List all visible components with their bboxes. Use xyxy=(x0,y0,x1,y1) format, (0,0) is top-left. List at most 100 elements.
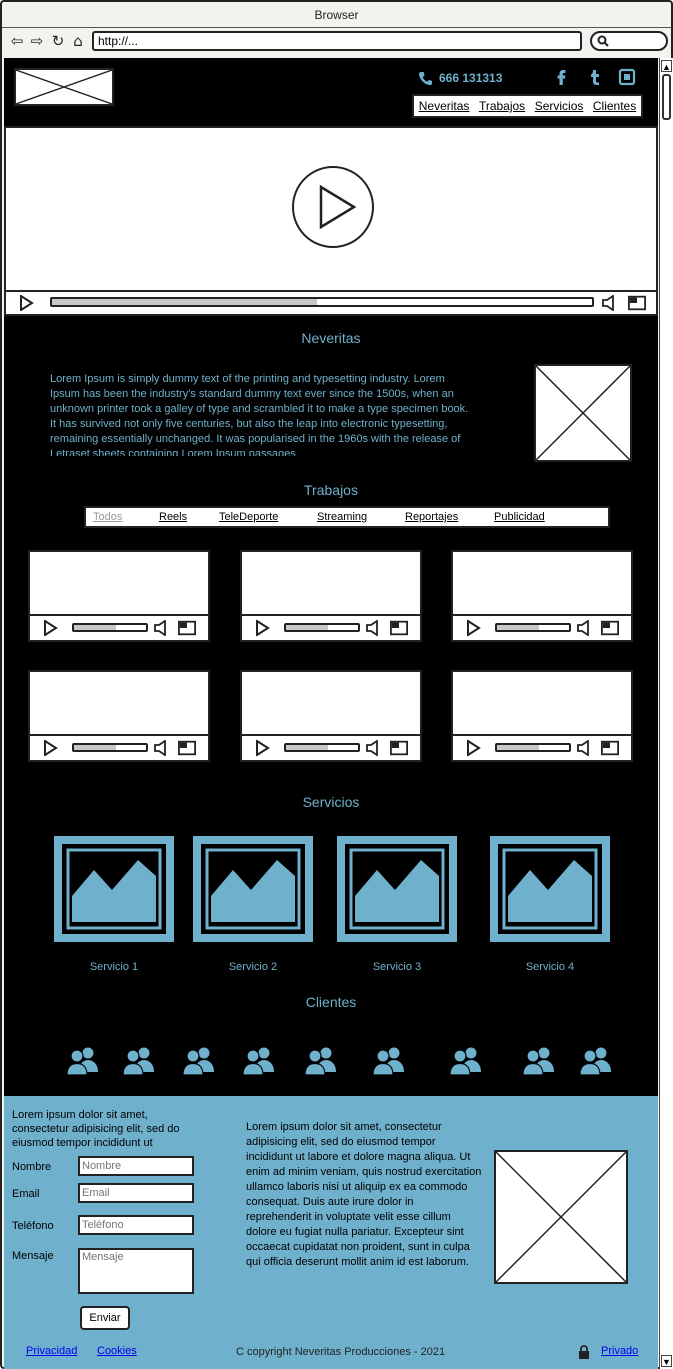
volume-icon[interactable] xyxy=(602,295,620,311)
hero-video-player[interactable] xyxy=(4,126,658,316)
section-title-trabajos: Trabajos xyxy=(304,482,358,498)
work-video-4[interactable] xyxy=(28,670,210,762)
email-input[interactable] xyxy=(78,1183,194,1203)
home-icon[interactable]: ⌂ xyxy=(69,32,87,50)
fullscreen-icon[interactable] xyxy=(178,620,196,636)
volume-icon[interactable] xyxy=(577,740,595,756)
client-icon xyxy=(372,1047,404,1076)
service-label-3: Servicio 3 xyxy=(372,961,422,973)
hero-progress-bar[interactable] xyxy=(50,297,594,307)
work-video-3[interactable] xyxy=(451,550,633,642)
privacy-link[interactable]: Privacidad xyxy=(26,1345,77,1357)
picture-icon xyxy=(193,836,313,942)
work-video-2[interactable] xyxy=(240,550,422,642)
volume-icon[interactable] xyxy=(154,740,172,756)
url-input[interactable]: http://... xyxy=(92,31,582,51)
work-video-controls xyxy=(453,614,631,640)
play-icon[interactable] xyxy=(42,620,58,636)
nav-link-servicios[interactable]: Servicios xyxy=(535,99,584,113)
filter-todos[interactable]: Todos xyxy=(93,511,122,523)
send-button[interactable]: Enviar xyxy=(80,1306,130,1330)
scroll-thumb[interactable] xyxy=(662,74,671,120)
private-link[interactable]: Privado xyxy=(601,1345,638,1357)
fullscreen-icon[interactable] xyxy=(178,740,196,756)
filter-reels[interactable]: Reels xyxy=(159,511,187,523)
about-text: Lorem Ipsum is simply dummy text of the … xyxy=(50,373,469,456)
volume-icon[interactable] xyxy=(577,620,595,636)
hero-video-controls xyxy=(6,290,656,314)
play-icon[interactable] xyxy=(18,295,34,311)
big-play-button[interactable] xyxy=(292,166,374,248)
service-image-2[interactable] xyxy=(193,836,313,942)
email-label: Email xyxy=(12,1188,40,1200)
name-input[interactable] xyxy=(78,1156,194,1176)
filter-streaming[interactable]: Streaming xyxy=(317,511,367,523)
play-icon[interactable] xyxy=(465,620,481,636)
fullscreen-icon[interactable] xyxy=(390,620,408,636)
nav-link-trabajos[interactable]: Trabajos xyxy=(479,99,525,113)
message-textarea[interactable] xyxy=(78,1248,194,1294)
forward-icon[interactable]: ⇨ xyxy=(28,32,46,50)
section-title-neveritas: Neveritas xyxy=(301,330,361,346)
contact-image xyxy=(494,1150,628,1284)
tumblr-icon[interactable] xyxy=(586,68,604,86)
service-image-3[interactable] xyxy=(337,836,457,942)
filter-teledeporte[interactable]: TeleDeporte xyxy=(219,511,278,523)
browser-window: Browser ⇦ ⇨ ↻ ⌂ http://... ▲ ▼ 666 13131… xyxy=(0,0,673,1369)
image-placeholder-icon xyxy=(536,366,630,460)
play-icon[interactable] xyxy=(465,740,481,756)
filter-publicidad[interactable]: Publicidad xyxy=(494,511,545,523)
phone-input[interactable] xyxy=(78,1215,194,1235)
filter-reportajes[interactable]: Reportajes xyxy=(405,511,458,523)
play-icon[interactable] xyxy=(254,740,270,756)
fullscreen-icon[interactable] xyxy=(390,740,408,756)
work-video-controls xyxy=(242,614,420,640)
service-image-1[interactable] xyxy=(54,836,174,942)
scroll-up-button[interactable]: ▲ xyxy=(661,60,672,72)
work-progress-bar[interactable] xyxy=(284,743,360,752)
cookies-link[interactable]: Cookies xyxy=(97,1345,137,1357)
name-label: Nombre xyxy=(12,1161,52,1173)
site-logo[interactable] xyxy=(14,68,114,106)
reload-icon[interactable]: ↻ xyxy=(49,32,67,50)
volume-icon[interactable] xyxy=(366,740,384,756)
fullscreen-icon[interactable] xyxy=(601,740,619,756)
header-phone: 666 131313 xyxy=(418,68,502,88)
work-video-6[interactable] xyxy=(451,670,633,762)
work-video-5[interactable] xyxy=(240,670,422,762)
phone-label: Teléfono xyxy=(12,1220,54,1232)
scroll-down-button[interactable]: ▼ xyxy=(661,1355,672,1367)
nav-link-neveritas[interactable]: Neveritas xyxy=(419,99,470,113)
facebook-icon[interactable] xyxy=(552,68,570,86)
work-progress-bar[interactable] xyxy=(72,623,148,632)
work-video-1[interactable] xyxy=(28,550,210,642)
work-progress-bar[interactable] xyxy=(495,743,571,752)
nav-link-clientes[interactable]: Clientes xyxy=(593,99,636,113)
browser-toolbar: ⇦ ⇨ ↻ ⌂ http://... xyxy=(2,28,671,56)
work-progress-bar[interactable] xyxy=(284,623,360,632)
page-scrollbar[interactable]: ▲ ▼ xyxy=(659,58,673,1369)
volume-icon[interactable] xyxy=(366,620,384,636)
client-icon xyxy=(182,1047,214,1076)
service-image-4[interactable] xyxy=(490,836,610,942)
work-progress-fill xyxy=(497,745,539,750)
section-title-clientes: Clientes xyxy=(305,994,357,1010)
about-image xyxy=(534,364,632,462)
client-icon xyxy=(242,1047,274,1076)
search-input[interactable] xyxy=(590,31,668,51)
volume-icon[interactable] xyxy=(154,620,172,636)
play-icon[interactable] xyxy=(254,620,270,636)
client-icon xyxy=(122,1047,154,1076)
play-icon[interactable] xyxy=(42,740,58,756)
fullscreen-icon[interactable] xyxy=(601,620,619,636)
instagram-icon[interactable] xyxy=(618,68,636,86)
back-icon[interactable]: ⇦ xyxy=(8,32,26,50)
message-label: Mensaje xyxy=(12,1250,54,1262)
image-placeholder-icon xyxy=(496,1152,626,1282)
client-icon xyxy=(449,1047,481,1076)
work-progress-bar[interactable] xyxy=(495,623,571,632)
phone-number[interactable]: 666 131313 xyxy=(439,71,502,85)
fullscreen-icon[interactable] xyxy=(628,295,646,311)
work-progress-bar[interactable] xyxy=(72,743,148,752)
service-label-1: Servicio 1 xyxy=(89,961,139,973)
